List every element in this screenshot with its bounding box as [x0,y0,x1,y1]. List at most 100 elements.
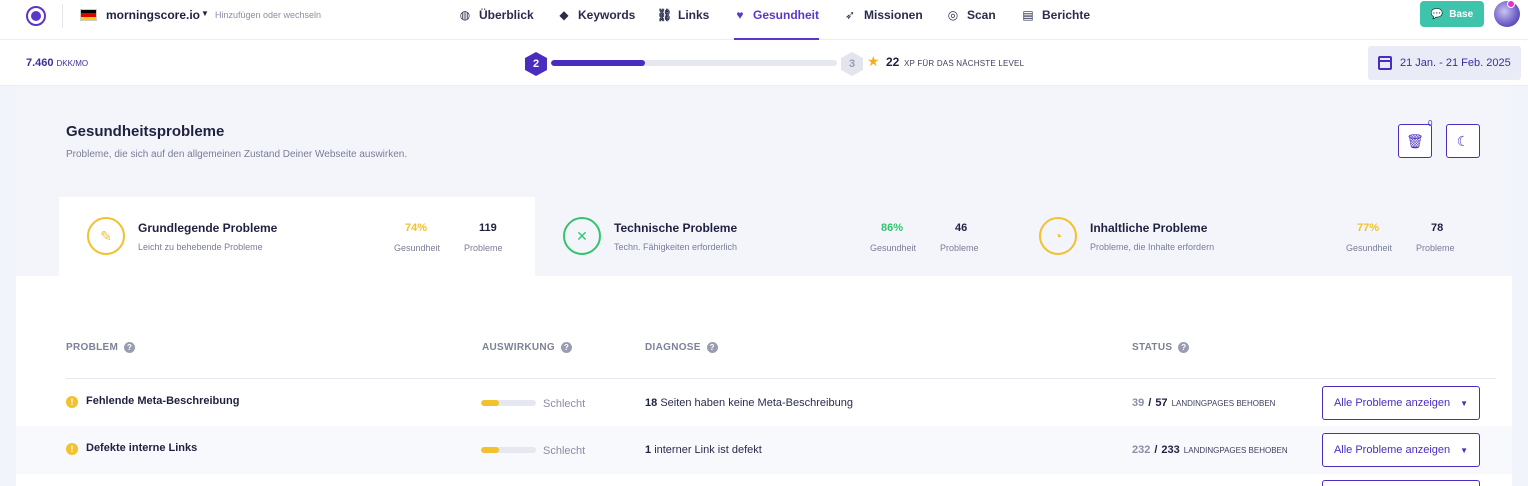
show-all-problems-dropdown[interactable]: Alle Probleme anzeigen ▼ [1322,386,1480,420]
category-problem-label: Probleme [464,243,503,253]
impact-label: Schlecht [543,445,586,457]
category-subtitle: Probleme, die Inhalte erfordern [1090,242,1215,252]
category-card-technisch[interactable]: ✕ Technische Probleme Techn. Fähigkeiten… [535,197,1011,277]
top-navigation: morningscore.io ▼ Hinzufügen oder wechse… [0,0,1528,40]
impact-label: Schlecht [543,398,586,410]
xp-progress-fill [551,60,646,66]
planet-icon: ◍ [459,8,471,22]
diagnosis-description: Seiten haben keine Meta-Beschreibung [660,397,853,409]
table-row: ! Defekte interne Links Schlecht 1 inter… [16,426,1512,474]
xp-points: 22 [886,55,900,69]
show-all-problems-dropdown[interactable]: Alle Probleme anzeigen ▼ [1322,433,1480,467]
calendar-icon [1378,56,1392,70]
date-range-text: 21 Jan. - 21 Feb. 2025 [1400,57,1511,69]
health-panel: Gesundheitsprobleme Probleme, die sich a… [16,86,1512,486]
dropdown-label: Alle Probleme anzeigen [1333,444,1451,456]
nav-item-label: Überblick [479,8,534,22]
site-switch-hint[interactable]: Hinzufügen oder wechseln [215,10,321,20]
nav-item-berichte[interactable]: ▤ Berichte [1021,8,1090,40]
link-icon: ⛓ [657,8,673,22]
xp-progress-bar [551,60,837,66]
rocket-icon: ➶ [844,8,856,22]
nav-item-label: Scan [967,8,996,22]
date-range-picker[interactable]: 21 Jan. - 21 Feb. 2025 [1368,46,1521,80]
category-card-inhaltlich[interactable]: ◔ Inhaltliche Probleme Probleme, die Inh… [1011,197,1487,277]
status-label: LANDINGPAGES BEHOBEN [1183,446,1288,455]
base-plan-button[interactable]: 💬 Base [1420,1,1484,27]
impact-bar-fill [481,447,500,453]
diagnosis-count: 1 [645,444,652,456]
fixed-count: 232 [1132,444,1151,456]
help-icon[interactable]: ? [1178,342,1190,353]
help-icon[interactable]: ? [561,342,572,353]
nav-item-label: Gesundheit [752,8,819,22]
xp-label: XP FÜR DAS NÄCHSTE LEVEL [904,59,1025,68]
star-icon: ★ [867,53,880,69]
germany-flag-icon [80,9,97,21]
site-name[interactable]: morningscore.io [106,8,200,22]
header-label: AUSWIRKUNG [482,342,555,353]
category-health-percent: 74% [405,222,428,234]
pencil-icon: ✎ [87,217,125,255]
radar-icon: ◎ [947,8,959,22]
category-title: Inhaltliche Probleme [1090,221,1208,235]
nav-item-missionen[interactable]: ➶ Missionen [843,8,923,40]
impact-bar [481,400,536,406]
nav-item-scan[interactable]: ◎ Scan [946,8,996,40]
nav-item-label: Links [678,8,710,22]
nav-item-gesundheit[interactable]: ♥ Gesundheit [734,8,819,40]
help-icon[interactable]: ? [124,342,136,353]
fixed-count: 39 [1132,397,1145,409]
dark-mode-button[interactable]: ☾ [1446,124,1480,158]
nav-item-ueberblick[interactable]: ◍ Überblick [458,8,534,40]
problem-name: Fehlende Meta-Beschreibung [86,395,240,407]
page-subtitle: Probleme, die sich auf den allgemeinen Z… [66,149,408,160]
trash-button[interactable]: 🗑 [1398,124,1432,158]
tag-icon: ◆ [559,8,569,22]
column-header-diagnosis: DIAGNOSE? [645,342,718,353]
nav-item-keywords[interactable]: ◆ Keywords [557,8,635,40]
warning-icon: ! [66,443,78,455]
column-header-status: STATUS? [1132,342,1190,353]
nav-item-label: Keywords [578,8,636,22]
base-label: Base [1449,8,1474,20]
status-text: 232/233 LANDINGPAGES BEHOBEN [1132,444,1288,456]
diagnosis-count: 18 [645,397,658,409]
category-health-percent: 86% [881,222,904,234]
category-health-label: Gesundheit [1346,243,1393,253]
heart-icon: ♥ [736,8,744,22]
divider [62,4,63,28]
nav-item-label: Berichte [1042,8,1091,22]
help-icon[interactable]: ? [706,342,718,353]
total-count: 233 [1161,444,1180,456]
show-all-problems-dropdown[interactable] [1322,480,1480,486]
category-card-grundlegend[interactable]: ✎ Grundlegende Probleme Leicht zu behebe… [59,197,535,277]
diagnosis-text: 1 interner Link ist defekt [645,444,762,456]
table-row: ! Fehlende Meta-Beschreibung Schlecht 18… [16,379,1512,427]
total-count: 57 [1155,397,1168,409]
gauge-icon: ◔ [1039,217,1077,255]
column-header-problem: PROBLEM? [66,342,136,353]
budget-value: 7.460 [26,57,54,69]
current-level-badge: 2 [525,52,547,76]
chat-bubbles-icon: 💬 [1430,8,1444,20]
category-title: Technische Probleme [614,221,738,235]
document-icon: ▤ [1022,8,1034,22]
status-bar: 7.460 DKK/MO 2 3 ★ 22 XP FÜR DAS NÄCHSTE … [0,40,1528,86]
page-title: Gesundheitsprobleme [66,123,225,140]
next-level-badge: 3 [841,52,863,76]
budget-display: 7.460 DKK/MO [26,57,88,69]
chevron-down-icon[interactable]: ▼ [201,9,209,18]
category-problem-count: 119 [479,222,497,234]
problem-name: Defekte interne Links [86,442,198,454]
morningscore-logo[interactable] [26,6,46,26]
warning-icon: ! [66,396,78,408]
header-label: PROBLEM [66,342,119,353]
category-problem-count: 46 [955,222,968,234]
diagnosis-text: 18 Seiten haben keine Meta-Beschreibung [645,397,853,409]
tools-icon: ✕ [563,217,601,255]
nav-item-links[interactable]: ⛓ Links [657,8,709,40]
category-problem-count: 78 [1431,222,1444,234]
category-problem-label: Probleme [1416,243,1455,253]
dropdown-label: Alle Probleme anzeigen [1333,397,1451,409]
